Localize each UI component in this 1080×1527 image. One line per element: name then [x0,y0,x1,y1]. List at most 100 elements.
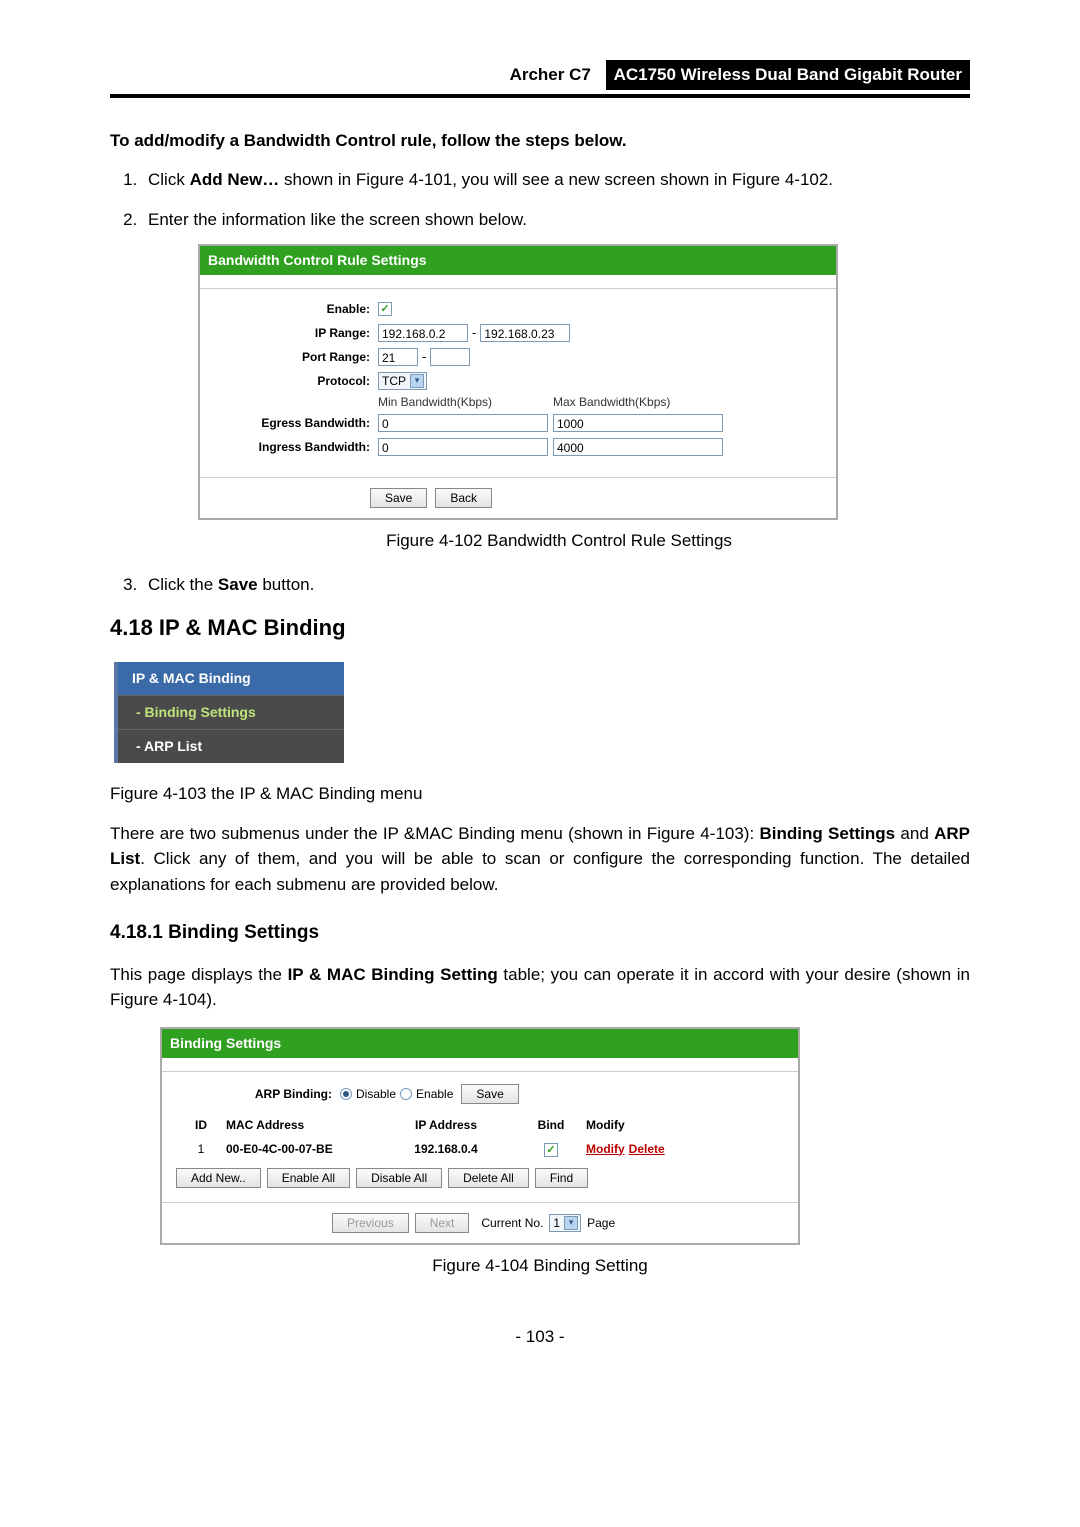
next-button[interactable]: Next [415,1213,470,1233]
step-1-bold: Add New… [190,170,280,189]
col-mac: MAC Address [226,1116,376,1134]
step-3-pre: Click the [148,575,218,594]
step-1-post: shown in Figure 4-101, you will see a ne… [279,170,833,189]
para1-mid: and [895,824,934,843]
section-4-18-heading: 4.18 IP & MAC Binding [110,611,970,644]
delete-all-button[interactable]: Delete All [448,1168,529,1188]
arp-save-button[interactable]: Save [461,1084,518,1104]
col-modify: Modify [586,1116,706,1134]
chevron-down-icon: ▾ [410,374,424,388]
step-1: Click Add New… shown in Figure 4-101, yo… [142,167,970,193]
disable-all-button[interactable]: Disable All [356,1168,442,1188]
ingress-max-input[interactable]: 4000 [553,438,723,456]
sidemenu-arp-list[interactable]: - ARP List [118,729,344,763]
row-id: 1 [176,1140,226,1158]
enable-checkbox[interactable]: ✓ [378,302,392,316]
panel2-body: ARP Binding: Disable Enable Save ID MAC … [162,1072,798,1202]
enable-label: Enable: [208,300,378,318]
page-suffix-label: Page [587,1214,615,1232]
save-button[interactable]: Save [370,488,427,508]
step-3: Click the Save button. [142,572,970,598]
step-2: Enter the information like the screen sh… [142,207,970,554]
figure-102-caption: Figure 4-102 Bandwidth Control Rule Sett… [148,528,970,554]
model-name: Archer C7 [510,62,591,88]
page-number: - 103 - [110,1324,970,1350]
egress-min-input[interactable]: 0 [378,414,548,432]
find-button[interactable]: Find [535,1168,588,1188]
min-col-label: Min Bandwidth(Kbps) [378,393,553,411]
col-id: ID [176,1116,226,1134]
sidemenu-title[interactable]: IP & MAC Binding [118,662,344,695]
steps-list: Click Add New… shown in Figure 4-101, yo… [110,167,970,597]
page-select[interactable]: 1 ▾ [549,1214,581,1232]
add-new-button[interactable]: Add New.. [176,1168,261,1188]
delete-link[interactable]: Delete [629,1142,665,1156]
step-3-bold: Save [218,575,258,594]
step-2-text: Enter the information like the screen sh… [148,210,527,229]
ingress-min-input[interactable]: 0 [378,438,548,456]
row-mac: 00-E0-4C-00-07-BE [226,1140,376,1158]
panel-title: Bandwidth Control Rule Settings [200,246,836,275]
panel2-title: Binding Settings [162,1029,798,1058]
table-row: 1 00-E0-4C-00-07-BE 192.168.0.4 ✓ Modify… [170,1138,790,1160]
model-desc: AC1750 Wireless Dual Band Gigabit Router [606,60,970,90]
egress-label: Egress Bandwidth: [208,414,378,432]
ingress-label: Ingress Bandwidth: [208,438,378,456]
col-ip: IP Address [376,1116,516,1134]
page-value: 1 [553,1214,560,1232]
figure-103-caption: Figure 4-103 the IP & MAC Binding menu [110,781,970,807]
para1-c: . Click any of them, and you will be abl… [110,849,970,894]
para2-a: This page displays the [110,965,288,984]
page-header: Archer C7 AC1750 Wireless Dual Band Giga… [110,60,970,90]
row-ip: 192.168.0.4 [376,1140,516,1158]
dash-sep: - [422,347,426,367]
panel-buttons: Save Back [200,477,836,518]
ip-from-input[interactable]: 192.168.0.2 [378,324,468,342]
panel-body: Enable: ✓ IP Range: 192.168.0.2 - 192.16… [200,289,836,477]
binding-settings-panel: Binding Settings ARP Binding: Disable En… [160,1027,800,1245]
bandwidth-rule-panel: Bandwidth Control Rule Settings Enable: … [198,244,838,520]
bandwidth-col-headers: Min Bandwidth(Kbps) Max Bandwidth(Kbps) [378,393,828,411]
arp-disable-radio[interactable] [340,1088,352,1100]
paragraph-1: There are two submenus under the IP &MAC… [110,821,970,898]
previous-button[interactable]: Previous [332,1213,409,1233]
port-to-input[interactable] [430,348,470,366]
intro-heading: To add/modify a Bandwidth Control rule, … [110,128,970,154]
portrange-label: Port Range: [208,348,378,366]
arp-enable-radio[interactable] [400,1088,412,1100]
protocol-label: Protocol: [208,372,378,390]
max-col-label: Max Bandwidth(Kbps) [553,393,728,411]
para1-a: There are two submenus under the IP &MAC… [110,824,759,843]
panel2-gap [162,1058,798,1072]
protocol-select[interactable]: TCP ▾ [378,372,427,390]
col-bind: Bind [516,1116,586,1134]
iprange-label: IP Range: [208,324,378,342]
binding-table-head: ID MAC Address IP Address Bind Modify [170,1108,790,1138]
header-divider [110,94,970,98]
current-no-label: Current No. [481,1214,543,1232]
disable-label: Disable [356,1085,396,1103]
step-1-pre: Click [148,170,190,189]
sidemenu-binding-settings[interactable]: - Binding Settings [118,695,344,729]
enable-label: Enable [416,1085,453,1103]
para1-b1: Binding Settings [759,824,895,843]
figure-104-caption: Figure 4-104 Binding Setting [110,1253,970,1279]
paragraph-2: This page displays the IP & MAC Binding … [110,962,970,1013]
row-bind-checkbox[interactable]: ✓ [544,1143,558,1157]
chevron-down-icon: ▾ [564,1216,578,1230]
para2-b: IP & MAC Binding Setting [288,965,498,984]
dash-sep: - [472,323,476,343]
arp-binding-label: ARP Binding: [170,1085,340,1103]
step-3-post: button. [258,575,315,594]
binding-action-buttons: Add New.. Enable All Disable All Delete … [170,1160,790,1194]
section-4-18-1-heading: 4.18.1 Binding Settings [110,919,970,948]
pager: Previous Next Current No. 1 ▾ Page [162,1202,798,1243]
back-button[interactable]: Back [435,488,492,508]
modify-link[interactable]: Modify [586,1142,625,1156]
enable-all-button[interactable]: Enable All [267,1168,350,1188]
ip-to-input[interactable]: 192.168.0.23 [480,324,570,342]
ip-mac-sidemenu: IP & MAC Binding - Binding Settings - AR… [114,662,344,763]
port-from-input[interactable]: 21 [378,348,418,366]
egress-max-input[interactable]: 1000 [553,414,723,432]
panel-gap [200,275,836,289]
